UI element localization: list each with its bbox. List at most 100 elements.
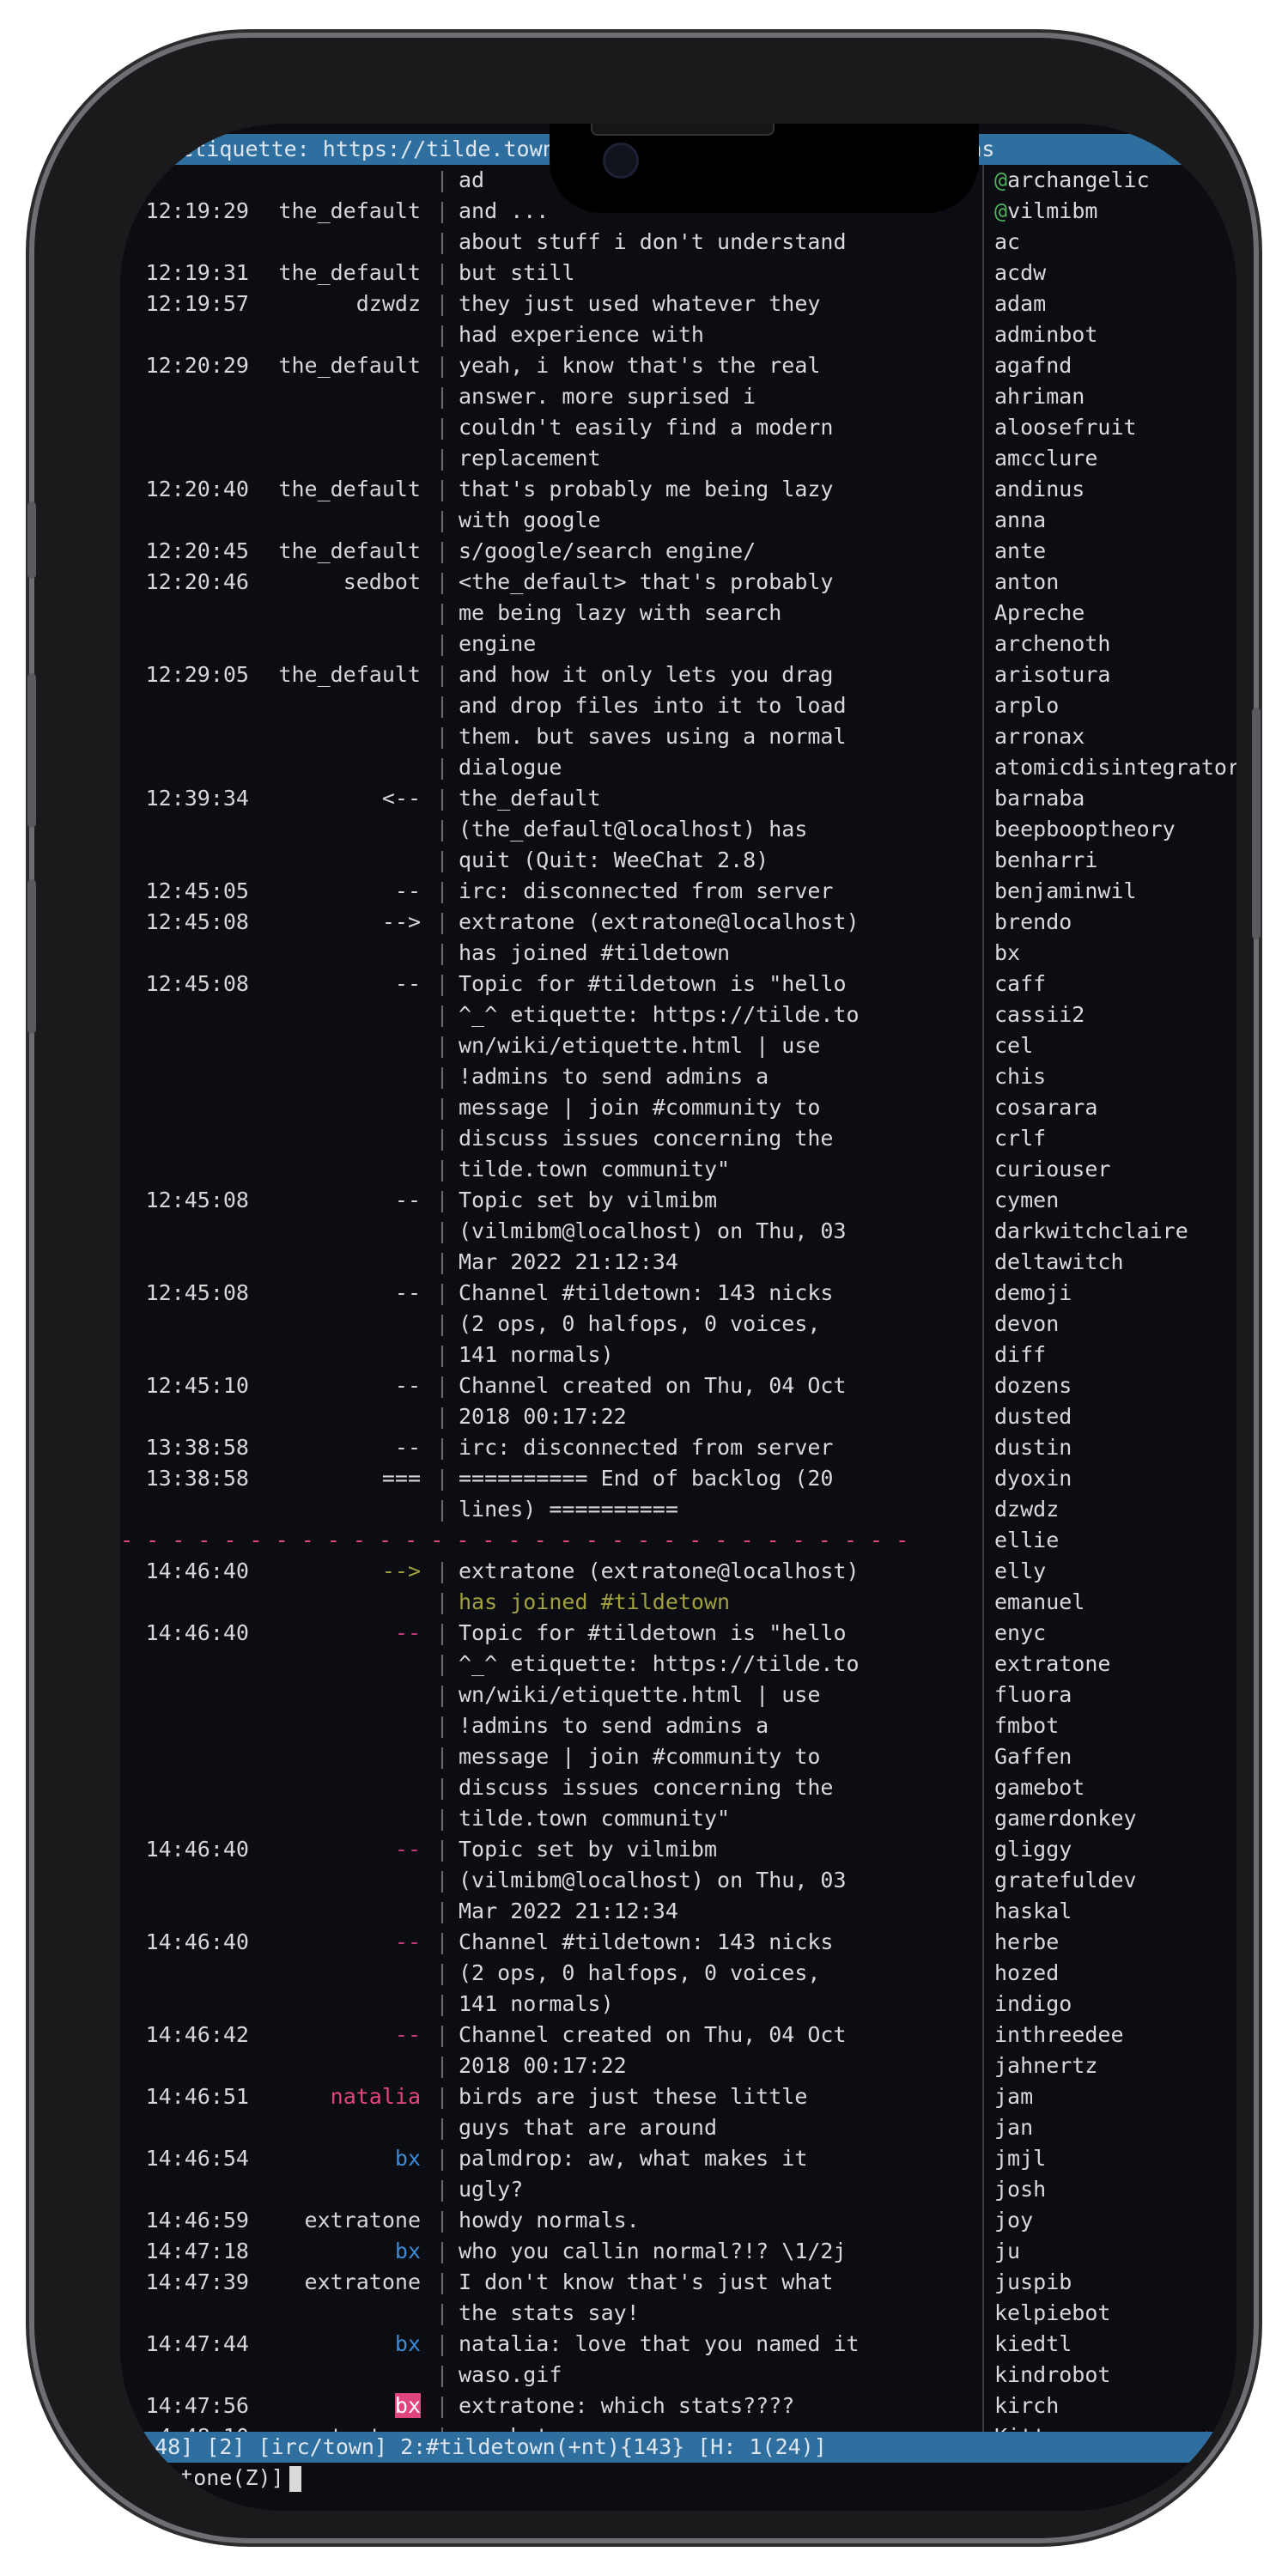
nicklist-item[interactable]: diff (984, 1340, 1236, 1370)
nicklist-item[interactable]: dustin (984, 1432, 1236, 1463)
nicklist-item[interactable]: ahriman (984, 381, 1236, 412)
timestamp (120, 814, 249, 845)
nicklist-item[interactable]: jahnertz (984, 2050, 1236, 2081)
nicklist[interactable]: @archangelic @vilmibm ac acdw adam adminbot ag… (982, 165, 1236, 2449)
timestamp (120, 1061, 249, 1092)
nicklist-item[interactable]: dzwdz (984, 1494, 1236, 1525)
nicklist-item[interactable]: chis (984, 1061, 1236, 1092)
message-text: tilde.town community" (459, 1806, 731, 1831)
chat-line: | ugly? (120, 2174, 979, 2205)
nicklist-item[interactable]: @archangelic (984, 165, 1236, 196)
nicklist-item[interactable]: devon (984, 1309, 1236, 1340)
nicklist-item[interactable]: adam (984, 289, 1236, 319)
chat-line: 12:20:45 the_default | s/google/search engi… (120, 536, 979, 567)
nicklist-item[interactable]: brendo (984, 907, 1236, 938)
nick-prefix: -- (394, 1837, 421, 1862)
nicklist-item[interactable]: cel (984, 1030, 1236, 1061)
nicklist-item[interactable]: inthreedee (984, 2020, 1236, 2050)
nick-prefix (249, 2112, 433, 2143)
nicklist-item[interactable]: indigo (984, 1989, 1236, 2020)
nicklist-item[interactable]: kelpiebot (984, 2298, 1236, 2329)
nicklist-item[interactable]: gliggy (984, 1834, 1236, 1865)
timestamp (120, 1989, 249, 2020)
nicklist-item[interactable]: extratone (984, 1649, 1236, 1680)
nicklist-item[interactable]: crlf (984, 1123, 1236, 1154)
nicklist-item[interactable]: arplo (984, 690, 1236, 721)
nicklist-item[interactable]: jan (984, 2112, 1236, 2143)
nicklist-item[interactable]: arisotura (984, 659, 1236, 690)
nicklist-item[interactable]: barnaba (984, 783, 1236, 814)
nicklist-item[interactable]: fluora (984, 1680, 1236, 1710)
nicklist-item[interactable]: cosarara (984, 1092, 1236, 1123)
nicklist-item[interactable]: beepbooptheory (984, 814, 1236, 845)
nicklist-item[interactable]: archenoth (984, 629, 1236, 659)
chat-line: | ^_^ etiquette: https://tilde.to (120, 999, 979, 1030)
nick-prefix: -- (394, 971, 421, 996)
nicklist-item[interactable]: benharri (984, 845, 1236, 876)
nicklist-item[interactable]: ante (984, 536, 1236, 567)
nicklist-item[interactable]: darkwitchclaire (984, 1216, 1236, 1247)
nicklist-item[interactable]: fmbot (984, 1710, 1236, 1741)
timestamp (120, 319, 249, 350)
nicklist-item[interactable]: ellie (984, 1525, 1236, 1556)
nicklist-item[interactable]: Apreche (984, 598, 1236, 629)
nicklist-item[interactable]: demoji (984, 1278, 1236, 1309)
nicklist-item[interactable]: cassii2 (984, 999, 1236, 1030)
nicklist-item[interactable]: haskal (984, 1896, 1236, 1927)
nicklist-item[interactable]: cymen (984, 1185, 1236, 1216)
nicklist-item[interactable]: @vilmibm (984, 196, 1236, 227)
nicklist-item[interactable]: enyc (984, 1618, 1236, 1649)
nicklist-item[interactable]: bx (984, 938, 1236, 969)
nick-prefix: -- (394, 1188, 421, 1212)
input-line[interactable]: xtratone(Z)] (120, 2463, 1236, 2494)
nicklist-item[interactable]: anna (984, 505, 1236, 536)
chat-line: | !admins to send admins a (120, 1061, 979, 1092)
nick-prefix (249, 1092, 433, 1123)
nicklist-item[interactable]: arronax (984, 721, 1236, 752)
nicklist-item[interactable]: ac (984, 227, 1236, 258)
nicklist-item[interactable]: elly (984, 1556, 1236, 1587)
nicklist-item[interactable]: dyoxin (984, 1463, 1236, 1494)
message-text: replacement (459, 446, 601, 471)
column-separator: | (435, 662, 449, 687)
nicklist-item[interactable]: kiedtl (984, 2329, 1236, 2360)
nicklist-item[interactable]: kindrobot (984, 2360, 1236, 2391)
nicklist-item[interactable]: gamerdonkey (984, 1803, 1236, 1834)
nicklist-item[interactable]: emanuel (984, 1587, 1236, 1618)
nicklist-item[interactable]: amcclure (984, 443, 1236, 474)
column-separator: | (435, 260, 449, 285)
nicklist-item[interactable]: andinus (984, 474, 1236, 505)
message-text: wn/wiki/etiquette.html | use (459, 1033, 821, 1058)
message-text: 141 normals) (459, 1991, 614, 2016)
mute-switch (27, 501, 36, 579)
nicklist-item[interactable]: josh (984, 2174, 1236, 2205)
nicklist-item[interactable]: herbe (984, 1927, 1236, 1958)
nicklist-item[interactable]: dusted (984, 1401, 1236, 1432)
nicklist-item[interactable]: joy (984, 2205, 1236, 2236)
nicklist-item[interactable]: aloosefruit (984, 412, 1236, 443)
nicklist-item[interactable]: adminbot (984, 319, 1236, 350)
nicklist-item[interactable]: kirch (984, 2391, 1236, 2421)
nicklist-item[interactable]: anton (984, 567, 1236, 598)
nicklist-item[interactable]: ju (984, 2236, 1236, 2267)
nicklist-item[interactable]: gratefuldev (984, 1865, 1236, 1896)
chat-buffer[interactable]: | ad 12:19:29 the_default | and ... | about stu… (120, 165, 979, 2449)
nicklist-item[interactable]: jmjl (984, 2143, 1236, 2174)
timestamp (120, 1494, 249, 1525)
nicklist-item[interactable]: atomicdisintegrator (984, 752, 1236, 783)
nicklist-item[interactable]: caff (984, 969, 1236, 999)
nicklist-item[interactable]: dozens (984, 1370, 1236, 1401)
column-separator: | (435, 1218, 449, 1243)
nicklist-item[interactable]: jam (984, 2081, 1236, 2112)
nicklist-item[interactable]: curiouser (984, 1154, 1236, 1185)
nicklist-item[interactable]: juspib (984, 2267, 1236, 2298)
nicklist-item[interactable]: Gaffen (984, 1741, 1236, 1772)
nicklist-item[interactable]: acdw (984, 258, 1236, 289)
nicklist-item[interactable]: benjaminwil (984, 876, 1236, 907)
nicklist-item[interactable]: hozed (984, 1958, 1236, 1989)
nicklist-item[interactable]: gamebot (984, 1772, 1236, 1803)
timestamp: 12:45:08 (145, 971, 249, 996)
message-text: (vilmibm@localhost) on Thu, 03 (459, 1218, 847, 1243)
nicklist-item[interactable]: agafnd (984, 350, 1236, 381)
nicklist-item[interactable]: deltawitch (984, 1247, 1236, 1278)
